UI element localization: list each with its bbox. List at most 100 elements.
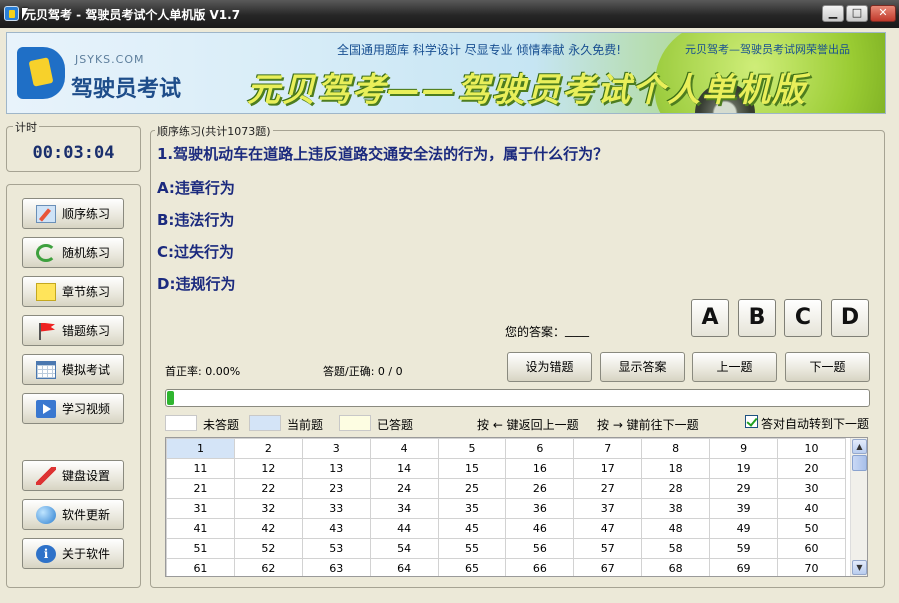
question-cell[interactable]: 14	[369, 458, 439, 479]
question-cell[interactable]: 42	[233, 518, 303, 539]
question-cell[interactable]: 10	[777, 438, 846, 459]
answer-a-button[interactable]: A	[691, 299, 729, 337]
auto-next-label[interactable]: 答对自动转到下一题	[761, 415, 869, 432]
question-cell[interactable]: 21	[166, 478, 235, 499]
question-cell[interactable]: 38	[641, 498, 711, 519]
question-cell[interactable]: 20	[777, 458, 846, 479]
question-cell[interactable]: 59	[709, 538, 779, 559]
question-cell[interactable]: 41	[166, 518, 235, 539]
show-answer-button[interactable]: 显示答案	[600, 352, 685, 382]
question-cell[interactable]: 13	[301, 458, 371, 479]
question-cell[interactable]: 49	[709, 518, 779, 539]
question-cell[interactable]: 4	[369, 438, 439, 459]
question-cell[interactable]: 2	[233, 438, 303, 459]
answer-d-button[interactable]: D	[831, 299, 869, 337]
question-cell[interactable]: 46	[505, 518, 575, 539]
question-cell[interactable]: 39	[709, 498, 779, 519]
question-cell[interactable]: 69	[709, 558, 779, 576]
question-cell[interactable]: 56	[505, 538, 575, 559]
scroll-down-arrow-icon[interactable]: ▼	[852, 560, 867, 575]
nav-sequential-practice-button[interactable]: 顺序练习	[22, 198, 124, 229]
question-cell[interactable]: 66	[505, 558, 575, 576]
answer-c-button[interactable]: C	[784, 299, 822, 337]
option-a[interactable]: A:违章行为	[157, 177, 235, 198]
question-cell[interactable]: 9	[709, 438, 779, 459]
option-d[interactable]: D:违规行为	[157, 273, 235, 294]
nav-mock-exam-button[interactable]: 模拟考试	[22, 354, 124, 385]
nav-software-update-button[interactable]: 软件更新	[22, 499, 124, 530]
scroll-thumb[interactable]	[852, 455, 867, 471]
question-cell[interactable]: 60	[777, 538, 846, 559]
question-cell[interactable]: 11	[166, 458, 235, 479]
close-button[interactable]: ✕	[870, 5, 896, 22]
question-cell[interactable]: 27	[573, 478, 643, 499]
question-cell[interactable]: 45	[437, 518, 507, 539]
question-cell[interactable]: 16	[505, 458, 575, 479]
question-cell[interactable]: 26	[505, 478, 575, 499]
next-question-button[interactable]: 下一题	[785, 352, 870, 382]
question-cell[interactable]: 63	[301, 558, 371, 576]
question-cell[interactable]: 53	[301, 538, 371, 559]
question-cell[interactable]: 57	[573, 538, 643, 559]
question-cell[interactable]: 22	[233, 478, 303, 499]
nav-wrong-practice-button[interactable]: 错题练习	[22, 315, 124, 346]
question-cell[interactable]: 23	[301, 478, 371, 499]
question-cell[interactable]: 40	[777, 498, 846, 519]
question-cell[interactable]: 28	[641, 478, 711, 499]
question-cell[interactable]: 1	[166, 438, 235, 459]
question-cell[interactable]: 24	[369, 478, 439, 499]
auto-next-checkbox[interactable]	[745, 415, 758, 428]
question-cell[interactable]: 33	[301, 498, 371, 519]
question-cell[interactable]: 19	[709, 458, 779, 479]
previous-question-button[interactable]: 上一题	[692, 352, 777, 382]
question-cell[interactable]: 32	[233, 498, 303, 519]
question-cell[interactable]: 25	[437, 478, 507, 499]
question-cell[interactable]: 55	[437, 538, 507, 559]
question-cell[interactable]: 36	[505, 498, 575, 519]
question-cell[interactable]: 62	[233, 558, 303, 576]
option-b[interactable]: B:违法行为	[157, 209, 234, 230]
scroll-up-arrow-icon[interactable]: ▲	[852, 439, 867, 454]
nav-keyboard-settings-button[interactable]: 键盘设置	[22, 460, 124, 491]
minimize-button[interactable]: ▁	[822, 5, 844, 22]
question-cell[interactable]: 68	[641, 558, 711, 576]
grid-scrollbar[interactable]: ▲ ▼	[850, 438, 867, 576]
question-cell[interactable]: 51	[166, 538, 235, 559]
question-cell[interactable]: 61	[166, 558, 235, 576]
nav-study-video-button[interactable]: 学习视频	[22, 393, 124, 424]
question-cell[interactable]: 8	[641, 438, 711, 459]
question-cell[interactable]: 70	[777, 558, 846, 576]
question-cell[interactable]: 5	[437, 438, 507, 459]
question-cell[interactable]: 6	[505, 438, 575, 459]
question-cell[interactable]: 44	[369, 518, 439, 539]
question-cell[interactable]: 64	[369, 558, 439, 576]
question-cell[interactable]: 54	[369, 538, 439, 559]
option-c[interactable]: C:过失行为	[157, 241, 234, 262]
answer-b-button[interactable]: B	[738, 299, 776, 337]
question-cell[interactable]: 34	[369, 498, 439, 519]
question-cell[interactable]: 35	[437, 498, 507, 519]
question-cell[interactable]: 37	[573, 498, 643, 519]
question-cell[interactable]: 17	[573, 458, 643, 479]
nav-chapter-practice-button[interactable]: 章节练习	[22, 276, 124, 307]
question-cell[interactable]: 48	[641, 518, 711, 539]
question-cell[interactable]: 67	[573, 558, 643, 576]
question-cell[interactable]: 30	[777, 478, 846, 499]
question-cell[interactable]: 58	[641, 538, 711, 559]
question-cell[interactable]: 52	[233, 538, 303, 559]
question-cell[interactable]: 18	[641, 458, 711, 479]
mark-wrong-button[interactable]: 设为错题	[507, 352, 592, 382]
maximize-button[interactable]: □	[846, 5, 868, 22]
question-cell[interactable]: 12	[233, 458, 303, 479]
question-cell[interactable]: 31	[166, 498, 235, 519]
question-cell[interactable]: 3	[301, 438, 371, 459]
question-cell[interactable]: 50	[777, 518, 846, 539]
question-cell[interactable]: 29	[709, 478, 779, 499]
question-cell[interactable]: 47	[573, 518, 643, 539]
question-cell[interactable]: 65	[437, 558, 507, 576]
question-cell[interactable]: 15	[437, 458, 507, 479]
nav-random-practice-button[interactable]: 随机练习	[22, 237, 124, 268]
nav-about-button[interactable]: i 关于软件	[22, 538, 124, 569]
question-cell[interactable]: 7	[573, 438, 643, 459]
question-cell[interactable]: 43	[301, 518, 371, 539]
